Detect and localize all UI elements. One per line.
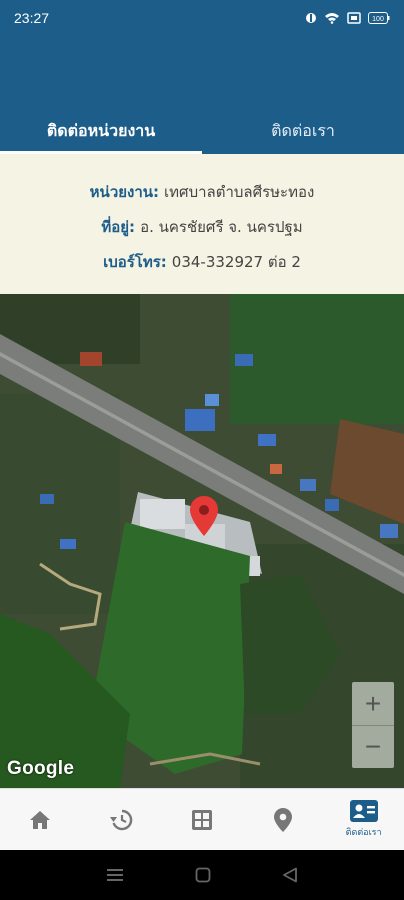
status-icons: 100 bbox=[305, 12, 390, 24]
location-pin-icon bbox=[273, 807, 292, 832]
phone-value[interactable]: 034-332927 ต่อ 2 bbox=[172, 250, 301, 274]
tab-contact-agency-label: ติดต่อหน่วยงาน bbox=[46, 120, 156, 140]
tab-contact-us-label: ติดต่อเรา bbox=[271, 120, 335, 140]
agency-label: หน่วยงาน: bbox=[89, 183, 160, 201]
status-bar: 23:27 100 bbox=[0, 0, 404, 36]
zoom-out-button[interactable]: − bbox=[352, 725, 394, 768]
google-attribution: Google bbox=[7, 758, 75, 779]
tab-contact-us[interactable]: ติดต่อเรา bbox=[202, 108, 404, 154]
agency-value: เทศบาลตำบลศีรษะทอง bbox=[164, 183, 315, 201]
contact-card-icon bbox=[349, 800, 378, 822]
back-button-icon[interactable] bbox=[282, 867, 298, 883]
vibrate-icon bbox=[306, 13, 316, 23]
tab-contact-agency[interactable]: ติดต่อหน่วยงาน bbox=[0, 108, 202, 154]
history-icon bbox=[110, 809, 133, 830]
phone-row[interactable]: เบอร์โทร: 034-332927 ต่อ 2 bbox=[0, 250, 404, 274]
home-button-icon[interactable] bbox=[195, 867, 211, 883]
home-icon bbox=[30, 810, 51, 829]
app-header: ติดต่อหน่วยงาน ติดต่อเรา bbox=[0, 36, 404, 154]
location-marker-icon[interactable] bbox=[190, 496, 218, 536]
wifi-icon bbox=[325, 13, 339, 24]
address-row: ที่อยู่: อ. นครชัยศรี จ. นครปฐม bbox=[0, 215, 404, 239]
map-zoom-controls: + − bbox=[352, 682, 394, 768]
battery-level: 100 bbox=[372, 16, 384, 23]
map-imagery bbox=[0, 294, 404, 788]
address-label: ที่อยู่: bbox=[101, 218, 136, 236]
nav-home[interactable] bbox=[0, 789, 81, 850]
nav-contact-us[interactable]: ติดต่อเรา bbox=[323, 789, 404, 850]
agency-row: หน่วยงาน: เทศบาลตำบลศีรษะทอง bbox=[0, 180, 404, 204]
bottom-navigation: ติดต่อเรา bbox=[0, 788, 404, 850]
status-time: 23:27 bbox=[14, 10, 50, 26]
battery-icon: 100 bbox=[368, 12, 390, 24]
nav-grid[interactable] bbox=[162, 789, 243, 850]
grid-icon bbox=[191, 809, 212, 830]
nav-location[interactable] bbox=[242, 789, 323, 850]
screen-record-icon bbox=[347, 12, 361, 24]
agency-info-panel: หน่วยงาน: เทศบาลตำบลศีรษะทอง ที่อยู่: อ.… bbox=[0, 154, 404, 294]
nav-history[interactable] bbox=[81, 789, 162, 850]
satellite-map[interactable]: + − Google bbox=[0, 294, 404, 788]
address-value: อ. นครชัยศรี จ. นครปฐม bbox=[140, 218, 303, 236]
recent-apps-icon[interactable] bbox=[106, 868, 124, 882]
nav-contact-us-label: ติดต่อเรา bbox=[345, 828, 382, 838]
zoom-in-button[interactable]: + bbox=[352, 682, 394, 725]
phone-label: เบอร์โทร: bbox=[103, 253, 167, 271]
system-navigation-bar bbox=[0, 850, 404, 900]
